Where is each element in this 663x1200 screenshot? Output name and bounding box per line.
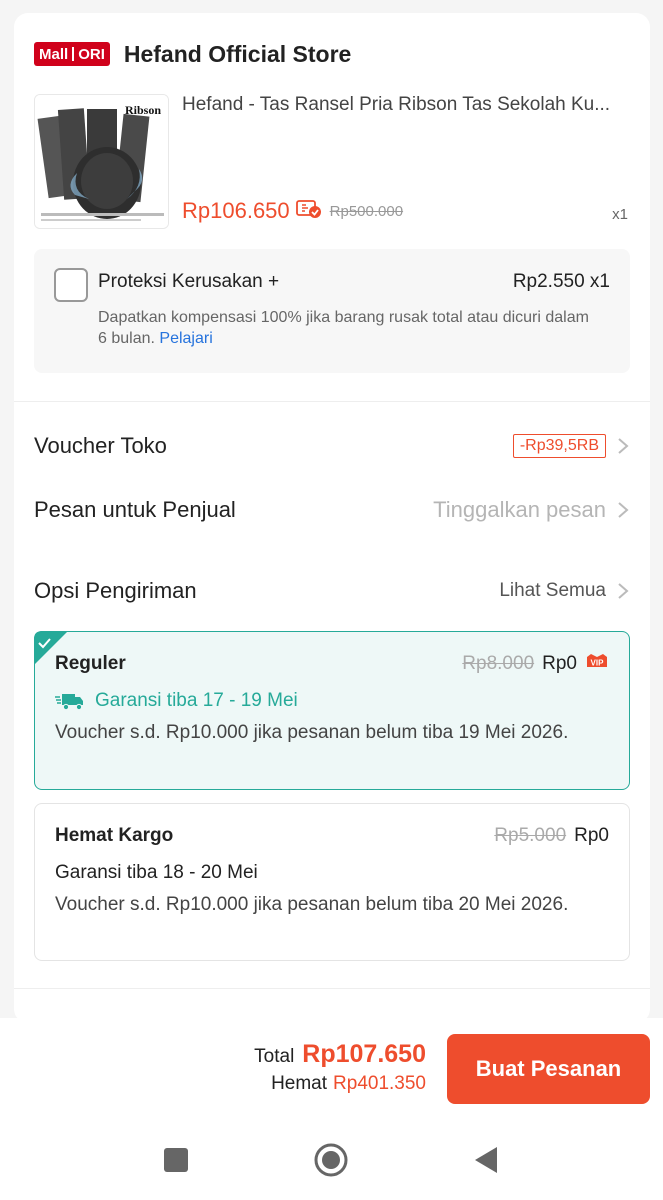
savings-value: Rp401.350: [333, 1073, 426, 1094]
shipping-original-price: Rp8.000: [462, 653, 535, 674]
total-value: Rp107.650: [302, 1040, 426, 1068]
voucher-label: Voucher Toko: [34, 433, 167, 458]
store-name[interactable]: Hefand Official Store: [124, 41, 351, 68]
shipping-name: Reguler: [55, 653, 126, 674]
seller-message-label: Pesan untuk Penjual: [34, 497, 236, 522]
see-all-link[interactable]: Lihat Semua: [499, 580, 606, 602]
protection-price: Rp2.550 x1: [512, 271, 610, 292]
product-title[interactable]: Hefand - Tas Ransel Pria Ribson Tas Seko…: [182, 94, 632, 116]
chevron-right-icon: [618, 583, 629, 599]
price-row: Rp106.650 Rp500.000: [182, 198, 403, 224]
checkout-bar: Total Rp107.650 Hemat Rp401.350 Buat Pes…: [0, 1018, 663, 1120]
shipping-eta: Garansi tiba 17 - 19 Mei: [55, 690, 298, 712]
circle-nav-icon[interactable]: [313, 1142, 349, 1178]
shipping-eta-text: Garansi tiba 18 - 20 Mei: [55, 862, 258, 883]
system-nav-bar: [0, 1120, 663, 1200]
shipping-price: Rp5.000 Rp0: [494, 825, 609, 847]
section-divider: [14, 988, 650, 989]
seller-message-input[interactable]: Tinggalkan pesan: [433, 497, 606, 523]
product-original-price: Rp500.000: [329, 202, 404, 220]
protection-title: Proteksi Kerusakan +: [98, 271, 280, 292]
see-all-shipping[interactable]: Lihat Semua: [499, 580, 630, 602]
badge-separator: [72, 47, 75, 61]
total-block: Total Rp107.650 Hemat Rp401.350: [254, 1040, 426, 1095]
savings-label: Hemat: [271, 1073, 328, 1094]
damage-protection-box: Proteksi Kerusakan + Rp2.550 x1 Dapatkan…: [34, 249, 630, 373]
product-image[interactable]: Ribson: [34, 94, 169, 229]
store-header[interactable]: Mall ORI Hefand Official Store: [34, 39, 351, 69]
shipping-eta: Garansi tiba 18 - 20 Mei: [55, 862, 258, 884]
chevron-right-icon: [618, 438, 629, 454]
mall-ori-badge: Mall ORI: [34, 42, 110, 66]
mall-badge-right: ORI: [78, 45, 105, 63]
voucher-row[interactable]: Voucher Toko -Rp39,5RB: [34, 429, 630, 463]
place-order-button[interactable]: Buat Pesanan: [447, 1034, 650, 1104]
vip-badge-text: VIP: [591, 659, 605, 668]
section-divider: [14, 401, 650, 402]
product-image-brand: Ribson: [125, 103, 162, 117]
back-triangle-icon[interactable]: [468, 1142, 504, 1178]
voucher-value-badge: -Rp39,5RB: [512, 434, 606, 458]
chevron-right-icon: [618, 502, 629, 518]
shipping-options-row: Opsi Pengiriman Lihat Semua: [34, 574, 630, 608]
protection-description: Dapatkan kompensasi 100% jika barang rus…: [98, 307, 598, 349]
shipping-option-hemat-kargo[interactable]: Hemat Kargo Rp5.000 Rp0 Garansi tiba 18 …: [34, 803, 630, 961]
shipping-eta-text: Garansi tiba 17 - 19 Mei: [95, 690, 298, 711]
shipping-current-price: Rp0: [574, 825, 609, 846]
order-card: Mall ORI Hefand Official Store Ribson He…: [14, 13, 650, 1023]
shipping-options-label: Opsi Pengiriman: [34, 578, 197, 603]
protection-learn-link[interactable]: Pelajari: [159, 330, 212, 347]
shipping-original-price: Rp5.000: [494, 825, 567, 846]
shipping-current-price: Rp0: [542, 653, 577, 674]
shipping-name: Hemat Kargo: [55, 825, 174, 846]
shipping-option-reguler[interactable]: Reguler Rp8.000 Rp0 VIP Garansi tiba 17 …: [34, 631, 630, 790]
product-price: Rp106.650: [182, 198, 290, 223]
shipping-price: Rp8.000 Rp0 VIP: [462, 653, 609, 675]
protection-checkbox[interactable]: [54, 268, 88, 302]
mall-badge-left: Mall: [39, 45, 69, 63]
vip-icon: VIP: [585, 653, 609, 675]
product-quantity: x1: [612, 206, 628, 223]
total-label: Total: [254, 1046, 295, 1067]
shipping-voucher-desc: Voucher s.d. Rp10.000 jika pesanan belum…: [55, 722, 569, 743]
truck-icon: [55, 694, 83, 711]
seller-message-row[interactable]: Pesan untuk Penjual Tinggalkan pesan: [34, 493, 630, 527]
square-nav-icon[interactable]: [158, 1142, 194, 1178]
coupon-check-icon: [295, 199, 322, 224]
shipping-voucher-desc: Voucher s.d. Rp10.000 jika pesanan belum…: [55, 894, 569, 915]
